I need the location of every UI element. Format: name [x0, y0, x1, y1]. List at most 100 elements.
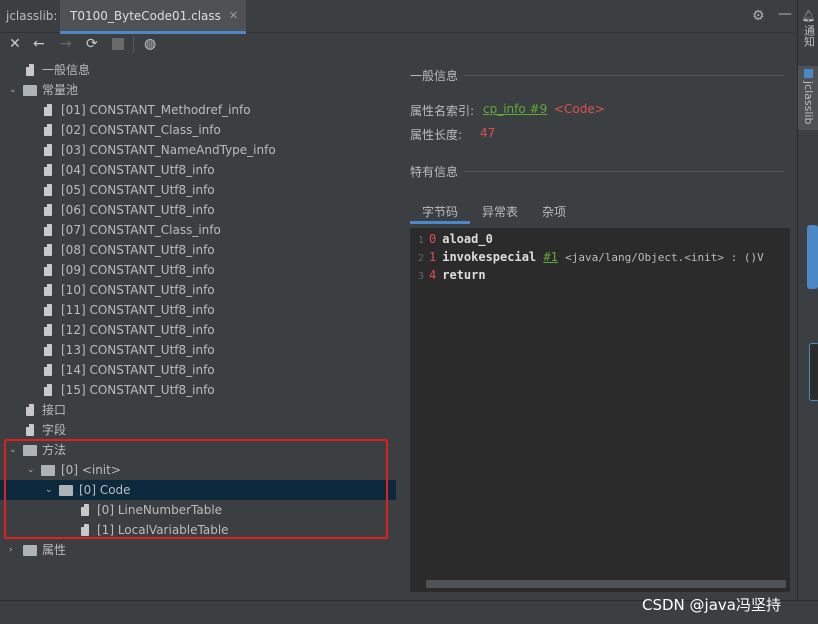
- section-divider: [464, 75, 784, 76]
- toolbar-divider: [133, 35, 134, 53]
- file-icon: [26, 64, 34, 76]
- gear-icon[interactable]: ⚙: [752, 8, 765, 24]
- tree-item-label: 一般信息: [42, 63, 91, 77]
- refresh-icon[interactable]: ⟳: [86, 33, 98, 55]
- tab-exception-table[interactable]: 异常表: [470, 200, 530, 224]
- horizontal-scrollbar[interactable]: [426, 580, 786, 588]
- file-icon: [26, 404, 34, 416]
- name-index-label: 属性名索引:: [410, 104, 475, 118]
- chevron-right-icon[interactable]: ›: [9, 540, 13, 560]
- jclasslib-icon: [804, 69, 813, 78]
- tree-item-label: [08] CONSTANT_Utf8_info: [61, 243, 215, 257]
- bytecode-offset: 0: [429, 232, 437, 246]
- tree-item-constant[interactable]: [01] CONSTANT_Methodref_info: [0, 100, 396, 120]
- tree-item-constant[interactable]: [07] CONSTANT_Class_info: [0, 220, 396, 240]
- file-icon: [26, 424, 34, 436]
- file-icon: [44, 184, 52, 196]
- name-index-link[interactable]: cp_info #9: [483, 102, 547, 116]
- minimize-icon[interactable]: —: [778, 6, 792, 22]
- notifications-tab[interactable]: 🔔︎ 通知: [798, 8, 818, 58]
- section-title-specific: 特有信息: [410, 165, 459, 179]
- opcode: return: [442, 268, 486, 282]
- bytecode-line: 3 4 return: [410, 266, 486, 284]
- tree-item-label: [14] CONSTANT_Utf8_info: [61, 363, 215, 377]
- file-icon: [44, 364, 52, 376]
- tree-item-constant[interactable]: [15] CONSTANT_Utf8_info: [0, 380, 396, 400]
- bell-icon: 🔔︎: [802, 8, 815, 22]
- tree-item-constant[interactable]: [10] CONSTANT_Utf8_info: [0, 280, 396, 300]
- file-icon: [44, 244, 52, 256]
- constant-ref-link[interactable]: #1: [543, 250, 557, 264]
- opcode: aload_0: [442, 232, 493, 246]
- tree-item-constant[interactable]: [02] CONSTANT_Class_info: [0, 120, 396, 140]
- tree-item-label: 字段: [42, 423, 67, 437]
- file-icon: [44, 124, 52, 136]
- tree-item-constant[interactable]: [12] CONSTANT_Utf8_info: [0, 320, 396, 340]
- tree-item-label: [10] CONSTANT_Utf8_info: [61, 283, 215, 297]
- jclasslib-tab[interactable]: jclasslib: [798, 66, 818, 130]
- bytecode-offset: 4: [429, 268, 437, 282]
- tree-item-general-info[interactable]: 一般信息: [0, 60, 396, 80]
- app-label: jclasslib:: [6, 9, 58, 23]
- section-divider: [464, 171, 784, 172]
- section-title-general: 一般信息: [410, 69, 459, 83]
- tree-item-label: [01] CONSTANT_Methodref_info: [61, 103, 251, 117]
- tree-item-attributes[interactable]: › 属性: [0, 540, 396, 560]
- file-icon: [44, 284, 52, 296]
- tree-item-constant[interactable]: [04] CONSTANT_Utf8_info: [0, 160, 396, 180]
- detail-panel: 一般信息 属性名索引: cp_info #9 <Code> 属性长度: 47 特…: [398, 58, 796, 600]
- tree-item-constant[interactable]: [06] CONSTANT_Utf8_info: [0, 200, 396, 220]
- folder-icon: [23, 85, 37, 96]
- tree-item-label: [07] CONSTANT_Class_info: [61, 223, 221, 237]
- forward-arrow-icon[interactable]: →: [60, 33, 72, 55]
- sidebar-marker[interactable]: [807, 225, 818, 289]
- file-icon: [44, 104, 52, 116]
- close-icon[interactable]: ✕: [229, 9, 238, 22]
- length-value: 47: [480, 126, 496, 140]
- tree-item-interfaces[interactable]: 接口: [0, 400, 396, 420]
- file-icon: [44, 304, 52, 316]
- file-icon: [44, 344, 52, 356]
- save-icon[interactable]: [112, 38, 124, 50]
- opcode-comment: <java/lang/Object.<init> : ()V: [565, 251, 764, 264]
- file-icon: [44, 264, 52, 276]
- tree-item-constant[interactable]: [14] CONSTANT_Utf8_info: [0, 360, 396, 380]
- file-icon: [44, 144, 52, 156]
- folder-icon: [23, 545, 37, 556]
- globe-icon[interactable]: ◍: [144, 33, 156, 55]
- tree-item-constant[interactable]: [09] CONSTANT_Utf8_info: [0, 260, 396, 280]
- bytecode-view[interactable]: 1 0 aload_0 2 1 invokespecial #1 <java/lang/O…: [410, 228, 790, 592]
- tab-misc[interactable]: 杂项: [530, 200, 578, 224]
- tree-item-fields[interactable]: 字段: [0, 420, 396, 440]
- tree-item-label: 属性: [42, 543, 67, 557]
- tree-item-label: 常量池: [42, 83, 79, 97]
- file-icon: [44, 384, 52, 396]
- tree-item-constant[interactable]: [05] CONSTANT_Utf8_info: [0, 180, 396, 200]
- right-tool-sidebar: 🔔︎ 通知 jclasslib: [797, 0, 818, 600]
- sidebar-marker-2[interactable]: [809, 343, 818, 401]
- tree-item-constant[interactable]: [13] CONSTANT_Utf8_info: [0, 340, 396, 360]
- tree-item-constant[interactable]: [03] CONSTANT_NameAndType_info: [0, 140, 396, 160]
- toolbar: ✕ ← → ⟳ ◍: [0, 33, 796, 57]
- tree-item-constant[interactable]: [11] CONSTANT_Utf8_info: [0, 300, 396, 320]
- notifications-label: 通知: [802, 24, 816, 47]
- tree-item-label: [13] CONSTANT_Utf8_info: [61, 343, 215, 357]
- length-label: 属性长度:: [410, 128, 463, 142]
- back-arrow-icon[interactable]: ←: [33, 33, 45, 55]
- close-icon[interactable]: ✕: [9, 33, 21, 55]
- chevron-down-icon[interactable]: ⌄: [9, 80, 17, 100]
- tree-item-label: [12] CONSTANT_Utf8_info: [61, 323, 215, 337]
- code-tabs: 字节码 异常表 杂项: [410, 200, 578, 224]
- opcode: invokespecial: [442, 250, 537, 264]
- tab-bytecode[interactable]: 字节码: [410, 200, 471, 224]
- tree-item-label: [03] CONSTANT_NameAndType_info: [61, 143, 276, 157]
- watermark-text: CSDN @java冯坚持: [642, 596, 781, 614]
- tree-item-constant-pool[interactable]: ⌄ 常量池: [0, 80, 396, 100]
- file-icon: [44, 224, 52, 236]
- tree-item-constant[interactable]: [08] CONSTANT_Utf8_info: [0, 240, 396, 260]
- editor-tab[interactable]: T0100_ByteCode01.class ✕: [60, 0, 247, 34]
- file-icon: [44, 204, 52, 216]
- annotation-highlight-box: [4, 439, 388, 539]
- tree-item-label: [15] CONSTANT_Utf8_info: [61, 383, 215, 397]
- tree-item-label: [04] CONSTANT_Utf8_info: [61, 163, 215, 177]
